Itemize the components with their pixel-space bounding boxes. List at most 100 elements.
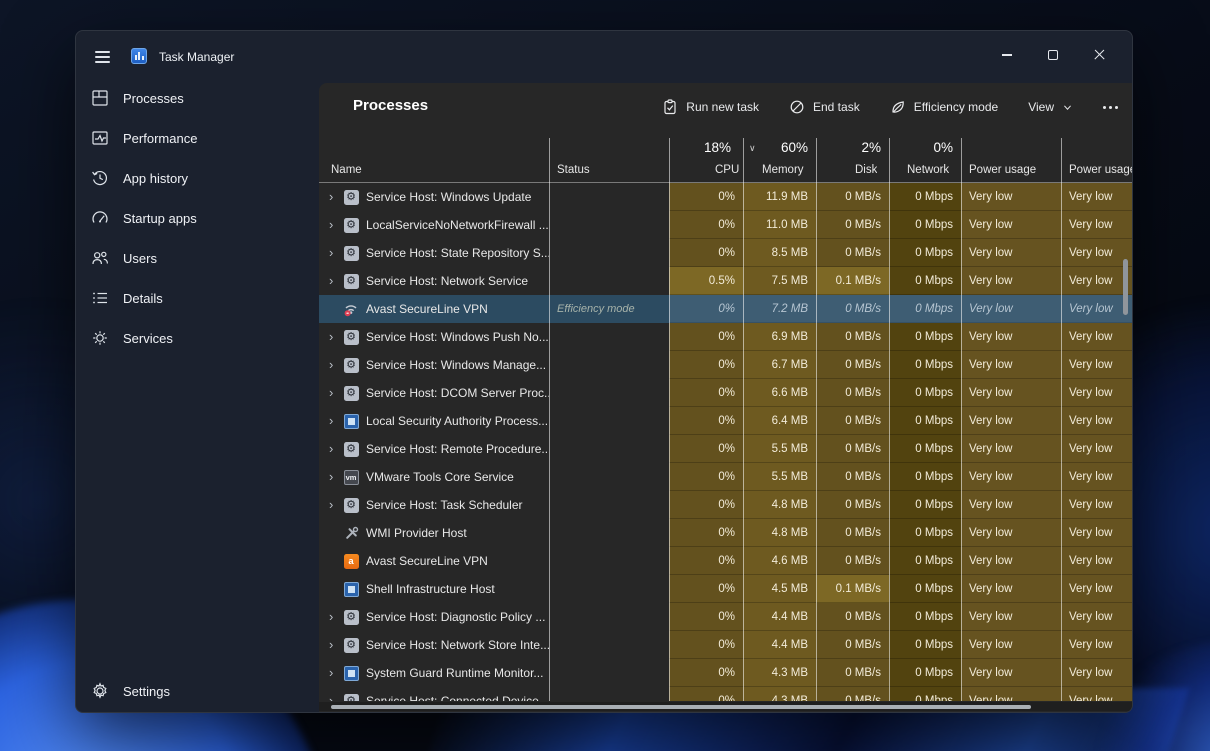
service-icon: ⚙ bbox=[343, 217, 359, 233]
column-header-power-usage[interactable]: Power usage bbox=[969, 164, 1036, 176]
table-row[interactable]: ›⚙Service Host: Windows Update0%11.9 MB0… bbox=[319, 183, 1133, 211]
expand-chevron-icon[interactable]: › bbox=[329, 463, 343, 491]
table-row[interactable]: ›⚙Service Host: Remote Procedure...0%5.5… bbox=[319, 435, 1133, 463]
column-header-name[interactable]: Name bbox=[331, 164, 362, 176]
minimize-button[interactable] bbox=[984, 37, 1030, 73]
column-header-network[interactable]: Network bbox=[907, 164, 949, 176]
table-row[interactable]: ›⚙Service Host: Connected Device...0%4.3… bbox=[319, 687, 1133, 701]
table-row[interactable]: ›Local Security Authority Process...0%6.… bbox=[319, 407, 1133, 435]
horizontal-scrollbar[interactable] bbox=[331, 705, 1031, 709]
process-name-cell: ›⚙LocalServiceNoNetworkFirewall ... bbox=[319, 211, 549, 239]
table-row[interactable]: ›⚙Service Host: State Repository S...0%8… bbox=[319, 239, 1133, 267]
expand-chevron-icon[interactable]: › bbox=[329, 351, 343, 379]
expand-chevron-icon[interactable]: › bbox=[329, 239, 343, 267]
status-cell bbox=[549, 267, 669, 295]
table-row[interactable]: Shell Infrastructure Host0%4.5 MB0.1 MB/… bbox=[319, 575, 1133, 603]
disk-cell: 0 MB/s bbox=[816, 463, 889, 491]
end-task-button[interactable]: End task bbox=[789, 99, 860, 115]
ellipsis-icon bbox=[1103, 106, 1118, 109]
navigation-menu-button[interactable] bbox=[88, 44, 116, 70]
column-header-disk[interactable]: Disk bbox=[855, 164, 877, 176]
expand-chevron-icon[interactable]: › bbox=[329, 491, 343, 519]
sidebar-item-settings[interactable]: Settings bbox=[82, 671, 312, 711]
column-header-power-usage-trend[interactable]: Power usage bbox=[1069, 164, 1133, 176]
table-row[interactable]: ›vmVMware Tools Core Service0%5.5 MB0 MB… bbox=[319, 463, 1133, 491]
process-name: Local Security Authority Process... bbox=[366, 407, 548, 435]
expand-chevron-icon[interactable]: › bbox=[329, 407, 343, 435]
column-header-cpu[interactable]: CPU bbox=[715, 164, 739, 176]
app-history-icon bbox=[91, 169, 109, 187]
cpu-total-value[interactable]: 18% bbox=[669, 140, 731, 155]
process-name: Service Host: Network Service bbox=[366, 267, 528, 295]
sidebar-item-details[interactable]: Details bbox=[82, 278, 312, 318]
table-row[interactable]: ›⚙Service Host: Windows Manage...0%6.7 M… bbox=[319, 351, 1133, 379]
expand-chevron-icon[interactable]: › bbox=[329, 211, 343, 239]
status-cell bbox=[549, 435, 669, 463]
more-options-button[interactable] bbox=[1103, 106, 1118, 109]
power-cell: Very low bbox=[961, 211, 1061, 239]
network-total-value[interactable]: 0% bbox=[889, 140, 953, 155]
efficiency-mode-button[interactable]: Efficiency mode bbox=[890, 99, 999, 115]
trend-cell: Very low bbox=[1061, 351, 1133, 379]
chevron-down-icon bbox=[1062, 102, 1073, 113]
expand-chevron-icon[interactable]: › bbox=[329, 631, 343, 659]
power-cell: Very low bbox=[961, 631, 1061, 659]
expand-chevron-icon[interactable]: › bbox=[329, 435, 343, 463]
sidebar-item-performance[interactable]: Performance bbox=[82, 118, 312, 158]
table-row[interactable]: ›⚙Service Host: DCOM Server Proc...0%6.6… bbox=[319, 379, 1133, 407]
network-cell: 0 Mbps bbox=[889, 603, 961, 631]
expand-chevron-icon[interactable]: › bbox=[329, 323, 343, 351]
disk-total-value[interactable]: 2% bbox=[816, 140, 881, 155]
expand-chevron-icon[interactable]: › bbox=[329, 267, 343, 295]
disk-cell: 0 MB/s bbox=[816, 631, 889, 659]
cpu-cell: 0% bbox=[669, 211, 743, 239]
memory-cell: 4.3 MB bbox=[743, 687, 816, 701]
cpu-cell: 0% bbox=[669, 379, 743, 407]
avast-icon: a bbox=[343, 553, 359, 569]
expand-chevron-icon[interactable]: › bbox=[329, 659, 343, 687]
close-button[interactable] bbox=[1076, 37, 1122, 73]
cpu-cell: 0% bbox=[669, 631, 743, 659]
view-dropdown[interactable]: View bbox=[1028, 100, 1073, 114]
sidebar-item-users[interactable]: Users bbox=[82, 238, 312, 278]
cpu-cell: 0% bbox=[669, 687, 743, 701]
process-name: Service Host: Diagnostic Policy ... bbox=[366, 603, 545, 631]
memory-total-value[interactable]: 60% bbox=[743, 140, 808, 155]
status-cell: Efficiency mode bbox=[549, 295, 669, 323]
expand-chevron-icon[interactable]: › bbox=[329, 687, 343, 701]
sidebar-item-services[interactable]: Services bbox=[82, 318, 312, 358]
table-row[interactable]: aAvast SecureLine VPN0%4.6 MB0 MB/s0 Mbp… bbox=[319, 547, 1133, 575]
process-name: Service Host: Remote Procedure... bbox=[366, 435, 549, 463]
power-cell: Very low bbox=[961, 687, 1061, 701]
table-row[interactable]: Avast SecureLine VPNEfficiency mode0%7.2… bbox=[319, 295, 1133, 323]
sidebar-item-processes[interactable]: Processes bbox=[82, 78, 312, 118]
task-manager-app-icon bbox=[131, 48, 147, 64]
run-new-task-button[interactable]: Run new task bbox=[662, 99, 759, 115]
column-separator bbox=[816, 138, 817, 701]
process-name: Service Host: Task Scheduler bbox=[366, 491, 523, 519]
table-row[interactable]: ›⚙Service Host: Network Store Inte...0%4… bbox=[319, 631, 1133, 659]
table-row[interactable]: ›⚙Service Host: Network Service0.5%7.5 M… bbox=[319, 267, 1133, 295]
network-cell: 0 Mbps bbox=[889, 267, 961, 295]
expand-chevron-icon[interactable]: › bbox=[329, 379, 343, 407]
table-row[interactable]: ›⚙LocalServiceNoNetworkFirewall ...0%11.… bbox=[319, 211, 1133, 239]
expand-chevron-icon[interactable]: › bbox=[329, 183, 343, 211]
expand-chevron-icon[interactable]: › bbox=[329, 603, 343, 631]
table-row[interactable]: ›⚙Service Host: Task Scheduler0%4.8 MB0 … bbox=[319, 491, 1133, 519]
disk-cell: 0 MB/s bbox=[816, 351, 889, 379]
maximize-button[interactable] bbox=[1030, 37, 1076, 73]
power-cell: Very low bbox=[961, 519, 1061, 547]
power-cell: Very low bbox=[961, 575, 1061, 603]
sidebar-item-startup-apps[interactable]: Startup apps bbox=[82, 198, 312, 238]
table-row[interactable]: ›⚙Service Host: Diagnostic Policy ...0%4… bbox=[319, 603, 1133, 631]
table-row[interactable]: ›System Guard Runtime Monitor...0%4.3 MB… bbox=[319, 659, 1133, 687]
vertical-scrollbar[interactable] bbox=[1123, 259, 1128, 315]
column-header-memory[interactable]: Memory bbox=[762, 164, 804, 176]
network-cell: 0 Mbps bbox=[889, 211, 961, 239]
sidebar-item-app-history[interactable]: App history bbox=[82, 158, 312, 198]
cpu-cell: 0% bbox=[669, 659, 743, 687]
column-header-status[interactable]: Status bbox=[557, 164, 590, 176]
table-row[interactable]: WMI Provider Host0%4.8 MB0 MB/s0 MbpsVer… bbox=[319, 519, 1133, 547]
process-name-cell: ›vmVMware Tools Core Service bbox=[319, 463, 549, 491]
table-row[interactable]: ›⚙Service Host: Windows Push No...0%6.9 … bbox=[319, 323, 1133, 351]
